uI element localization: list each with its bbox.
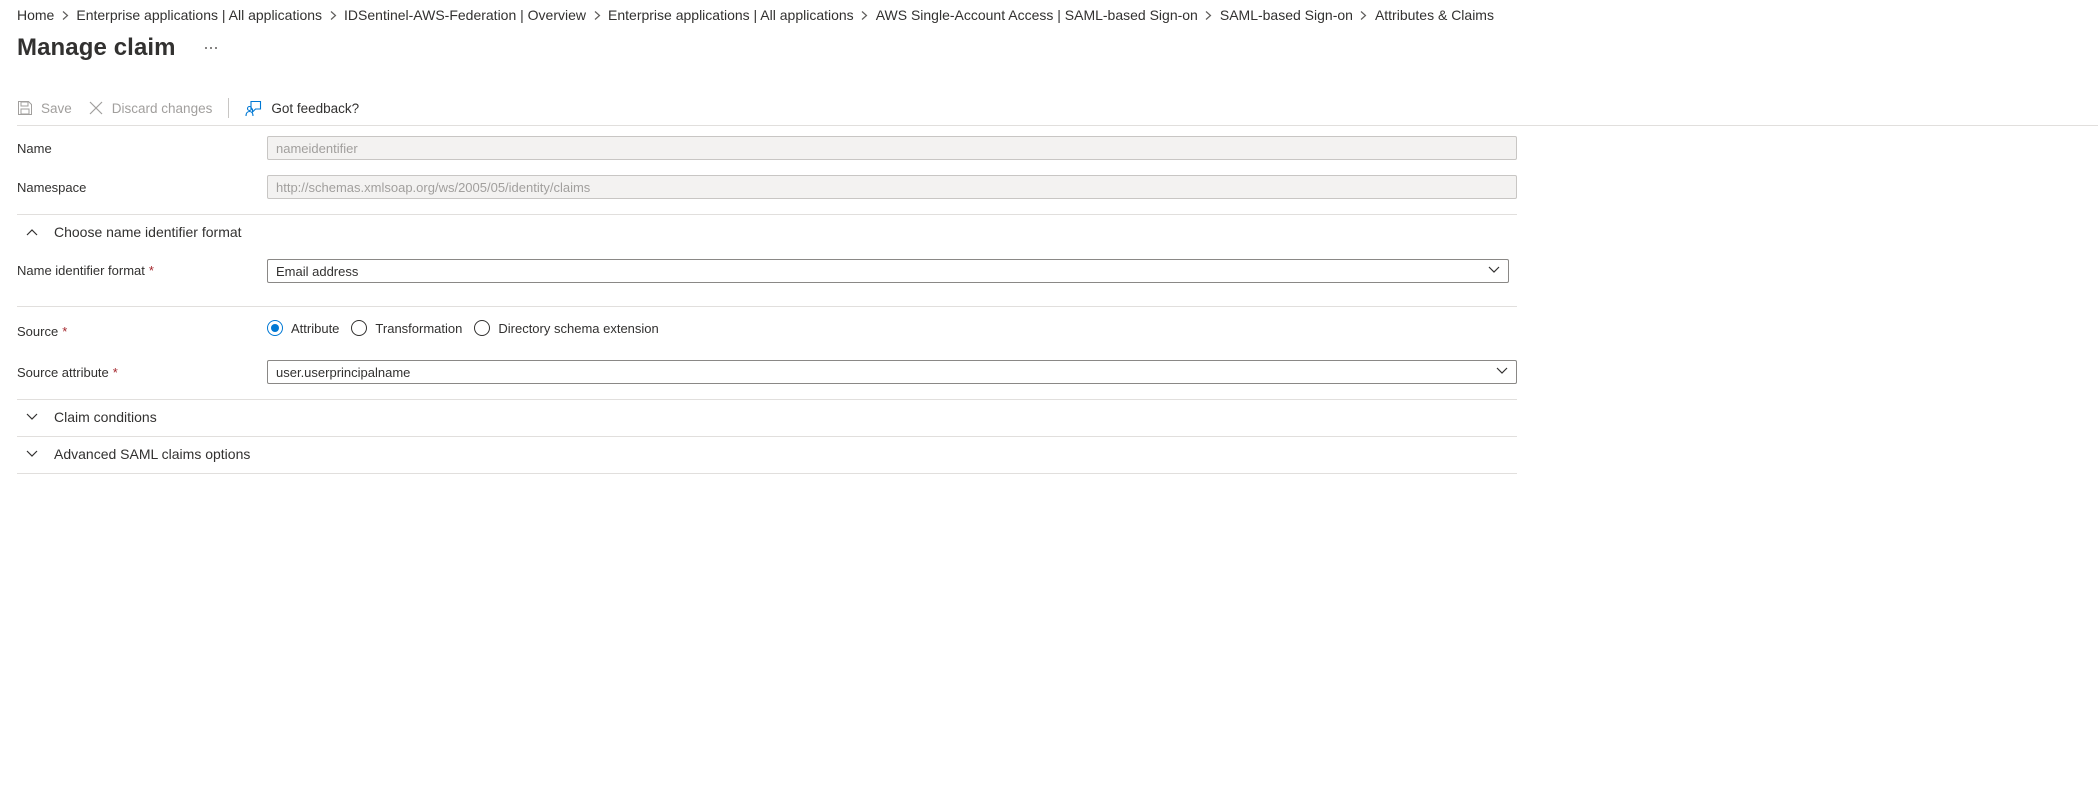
- section-divider: [17, 306, 1517, 307]
- chevron-down-icon: [26, 450, 38, 457]
- source-attribute-value: user.userprincipalname: [276, 364, 411, 380]
- name-identifier-format-section-label: Choose name identifier format: [54, 224, 242, 240]
- breadcrumb-home[interactable]: Home: [17, 7, 54, 23]
- name-value: nameidentifier: [276, 140, 358, 156]
- source-attribute-dropdown[interactable]: user.userprincipalname: [267, 360, 1517, 384]
- chevron-down-icon: [26, 413, 38, 420]
- toolbar-divider: [17, 125, 2098, 126]
- title-row: Manage claim: [17, 34, 222, 62]
- feedback-button[interactable]: Got feedback?: [245, 99, 359, 117]
- breadcrumb-attributes-claims[interactable]: Attributes & Claims: [1375, 7, 1494, 23]
- advanced-saml-options-label: Advanced SAML claims options: [54, 446, 251, 462]
- name-identifier-format-section-toggle[interactable]: Choose name identifier format: [17, 222, 242, 242]
- claim-conditions-section-toggle[interactable]: Claim conditions: [17, 407, 157, 427]
- breadcrumb-aws-saml-sign-on[interactable]: AWS Single-Account Access | SAML-based S…: [876, 7, 1198, 23]
- chevron-right-icon: [1353, 8, 1375, 22]
- namespace-label: Namespace: [17, 180, 87, 195]
- namespace-value: http://schemas.xmlsoap.org/ws/2005/05/id…: [276, 179, 591, 195]
- name-identifier-format-value: Email address: [276, 263, 359, 279]
- breadcrumb: Home Enterprise applications | All appli…: [17, 6, 1494, 24]
- save-icon: [18, 101, 32, 115]
- chevron-right-icon: [854, 8, 876, 22]
- discard-changes-button[interactable]: Discard changes: [88, 100, 213, 116]
- feedback-icon: [245, 100, 262, 117]
- radio-unchecked-icon: [474, 320, 491, 336]
- chevron-up-icon: [26, 229, 38, 236]
- source-radio-transformation[interactable]: Transformation: [351, 320, 462, 336]
- section-divider: [17, 399, 1517, 400]
- radio-unchecked-icon: [351, 320, 368, 336]
- source-radio-attribute[interactable]: Attribute: [267, 320, 339, 336]
- ellipsis-icon[interactable]: [200, 37, 222, 59]
- section-divider: [17, 473, 1517, 474]
- toolbar-separator: [228, 98, 230, 118]
- discard-label: Discard changes: [111, 100, 213, 116]
- required-marker: *: [62, 324, 68, 339]
- feedback-label: Got feedback?: [271, 100, 360, 116]
- source-radio-group: Attribute Transformation Directory schem…: [267, 318, 659, 338]
- name-field[interactable]: nameidentifier: [267, 136, 1517, 160]
- required-marker: *: [112, 365, 118, 380]
- page-title: Manage claim: [17, 34, 176, 61]
- source-label: Source *: [17, 324, 68, 339]
- breadcrumb-enterprise-applications-2[interactable]: Enterprise applications | All applicatio…: [608, 7, 854, 23]
- source-radio-directory-schema-extension[interactable]: Directory schema extension: [474, 320, 659, 336]
- claim-conditions-label: Claim conditions: [54, 409, 157, 425]
- name-label: Name: [17, 141, 52, 156]
- section-divider: [17, 436, 1517, 437]
- breadcrumb-idsentinel-overview[interactable]: IDSentinel-AWS-Federation | Overview: [344, 7, 586, 23]
- advanced-saml-options-section-toggle[interactable]: Advanced SAML claims options: [17, 444, 250, 464]
- breadcrumb-enterprise-applications[interactable]: Enterprise applications | All applicatio…: [76, 7, 322, 23]
- source-attribute-label: Source attribute *: [17, 365, 118, 380]
- chevron-down-icon: [1488, 266, 1500, 273]
- namespace-field[interactable]: http://schemas.xmlsoap.org/ws/2005/05/id…: [267, 175, 1517, 199]
- chevron-down-icon: [1496, 367, 1508, 374]
- command-bar: Save Discard changes Got feedback?: [17, 96, 359, 120]
- radio-checked-icon: [267, 320, 283, 336]
- name-identifier-format-dropdown[interactable]: Email address: [267, 259, 1509, 283]
- required-marker: *: [148, 263, 154, 278]
- section-divider: [17, 214, 1517, 215]
- close-icon: [89, 101, 103, 115]
- save-label: Save: [41, 100, 72, 116]
- breadcrumb-saml-sign-on[interactable]: SAML-based Sign-on: [1220, 7, 1353, 23]
- chevron-right-icon: [322, 8, 344, 22]
- name-identifier-format-label: Name identifier format *: [17, 263, 154, 278]
- chevron-right-icon: [54, 8, 76, 22]
- chevron-right-icon: [1198, 8, 1220, 22]
- chevron-right-icon: [586, 8, 608, 22]
- save-button[interactable]: Save: [17, 100, 72, 116]
